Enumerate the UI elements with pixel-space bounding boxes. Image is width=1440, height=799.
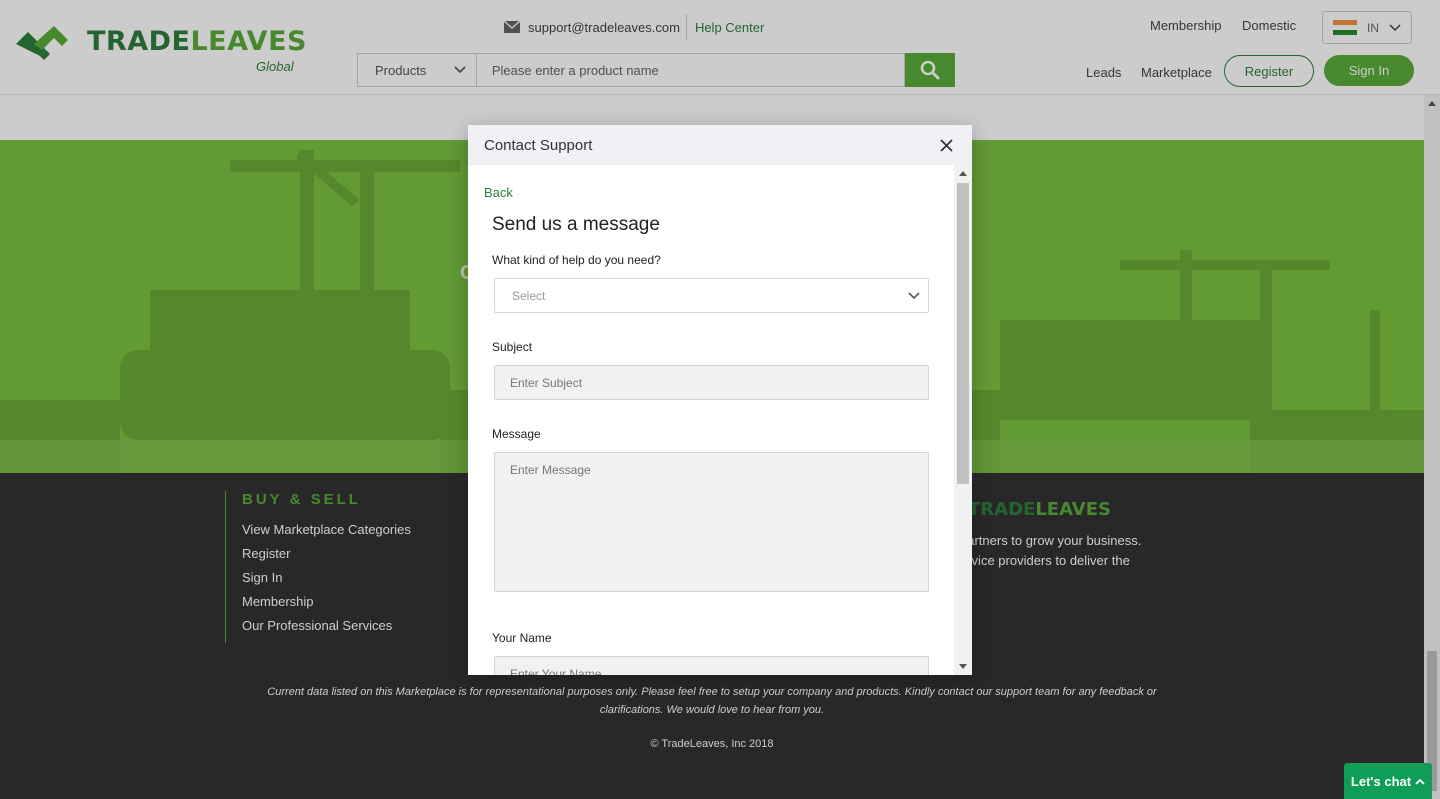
help-type-label: What kind of help do you need? (492, 253, 661, 267)
modal-header: Contact Support (468, 125, 972, 165)
subject-label: Subject (492, 340, 533, 354)
close-icon (939, 138, 953, 152)
subject-input[interactable] (494, 365, 929, 400)
form-title: Send us a message (492, 214, 660, 235)
chevron-up-icon (1415, 778, 1425, 785)
message-label: Message (492, 427, 541, 441)
message-textarea[interactable] (494, 452, 929, 592)
modal-body: Back Send us a message What kind of help… (468, 165, 954, 675)
modal-title: Contact Support (484, 136, 593, 154)
close-button[interactable] (936, 135, 956, 155)
modal-scrollbar[interactable] (954, 165, 972, 675)
name-label: Your Name (492, 631, 552, 645)
modal-scroll-thumb[interactable] (957, 183, 969, 484)
chevron-down-icon (908, 291, 920, 299)
help-type-select[interactable]: Select (494, 278, 929, 313)
contact-support-modal: Contact Support Back Send us a message W… (468, 125, 972, 675)
chat-label: Let's chat (1350, 773, 1412, 789)
back-link[interactable]: Back (484, 185, 513, 200)
scroll-down-arrow-icon[interactable] (959, 664, 967, 669)
name-input[interactable] (494, 656, 929, 675)
chat-button[interactable]: Let's chat (1344, 763, 1432, 799)
help-type-select-value: Select (512, 288, 546, 303)
scroll-up-arrow-icon[interactable] (959, 171, 967, 176)
